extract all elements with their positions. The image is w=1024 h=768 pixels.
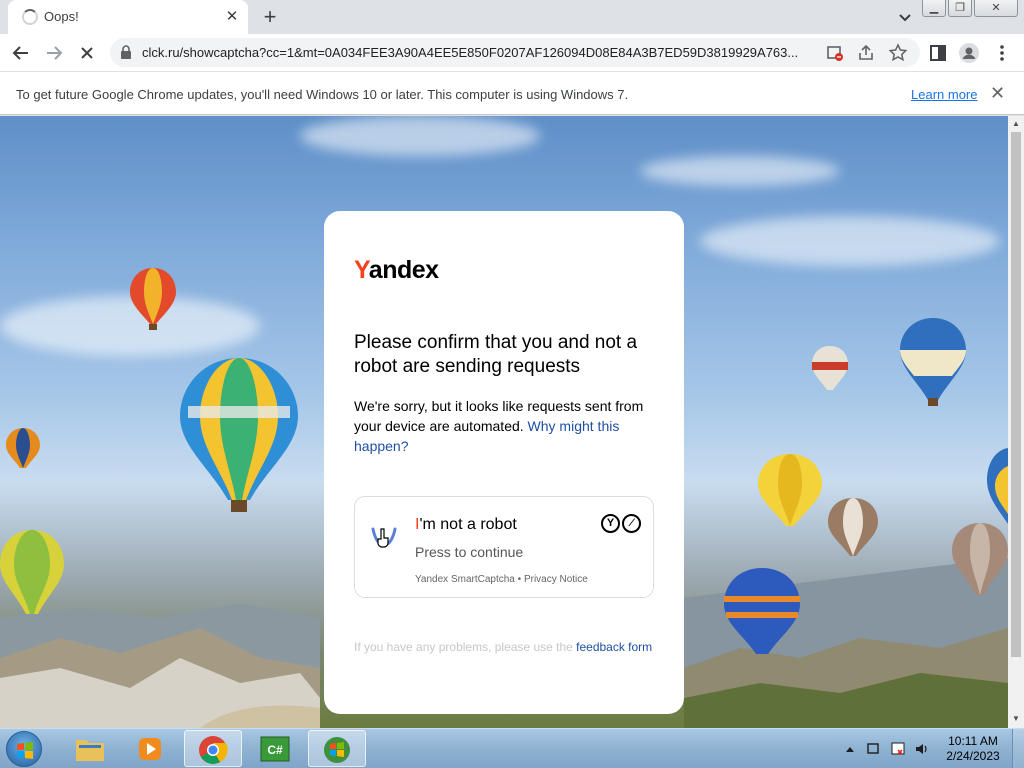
window-close-button[interactable]: ✕ bbox=[974, 0, 1018, 17]
tray-icons bbox=[846, 742, 927, 755]
side-panel-icon[interactable] bbox=[927, 42, 949, 64]
windows-app-icon bbox=[324, 737, 350, 763]
lock-icon[interactable] bbox=[120, 45, 132, 59]
update-infobar: To get future Google Chrome updates, you… bbox=[0, 71, 1024, 115]
taskbar-app-csharp-editor[interactable]: C# bbox=[246, 730, 304, 767]
not-a-robot-label: I'm not a robot bbox=[415, 516, 517, 533]
volume-icon bbox=[916, 744, 923, 754]
restore-button[interactable]: ❐ bbox=[948, 0, 972, 17]
media-player-icon bbox=[139, 738, 161, 760]
loading-spinner-icon bbox=[22, 9, 38, 25]
chrome-icon bbox=[199, 736, 228, 764]
share-icon[interactable] bbox=[856, 43, 876, 63]
cloud bbox=[300, 116, 540, 156]
bookmark-star-icon[interactable] bbox=[888, 43, 908, 63]
back-icon[interactable] bbox=[8, 40, 34, 66]
browser-toolbar: clck.ru/showcaptcha?cc=1&mt=0A034FEE3A90… bbox=[0, 34, 1024, 71]
hot-air-balloon bbox=[724, 568, 800, 654]
cloud bbox=[700, 216, 1000, 266]
svg-text:C#: C# bbox=[267, 743, 283, 757]
scroll-down-icon[interactable]: ▼ bbox=[1012, 714, 1020, 723]
hot-air-balloon bbox=[900, 318, 966, 406]
smartcaptcha-checkbox[interactable]: I'm not a robot Press to continue Yandex… bbox=[354, 496, 654, 598]
folder-icon bbox=[76, 740, 104, 761]
start-button[interactable] bbox=[6, 731, 42, 767]
hot-air-balloon bbox=[758, 454, 822, 526]
url-text: clck.ru/showcaptcha?cc=1&mt=0A034FEE3A90… bbox=[142, 45, 799, 60]
hot-air-balloon bbox=[180, 358, 298, 512]
checkbox-spinner-icon[interactable] bbox=[369, 521, 399, 551]
tab-search-icon[interactable] bbox=[894, 7, 916, 29]
taskbar-app-media-player[interactable] bbox=[122, 730, 180, 767]
yandex-y-icon: Y bbox=[601, 514, 620, 533]
captcha-logos: Y ⁄ bbox=[601, 514, 643, 533]
profile-icon[interactable] bbox=[958, 42, 980, 64]
page-viewport: Yandex Please confirm that you and not a… bbox=[0, 116, 1008, 728]
system-clock[interactable]: 10:11 AM 2/24/2023 bbox=[938, 734, 1008, 764]
tab-title: Oops! bbox=[44, 9, 79, 24]
feedback-note: If you have any problems, please use the… bbox=[354, 638, 654, 656]
scroll-up-icon[interactable]: ▲ bbox=[1012, 119, 1020, 128]
infobar-close-icon[interactable]: ✕ bbox=[990, 83, 1005, 104]
learn-more-link[interactable]: Learn more bbox=[911, 87, 977, 102]
captcha-description: We're sorry, but it looks like requests … bbox=[354, 396, 659, 456]
infobar-message: To get future Google Chrome updates, you… bbox=[16, 87, 629, 102]
forward-icon[interactable] bbox=[41, 40, 67, 66]
show-desktop-button[interactable] bbox=[1012, 729, 1024, 768]
cloud bbox=[640, 156, 840, 186]
captcha-heading: Please confirm that you and not a robot … bbox=[354, 332, 638, 377]
windows-logo-icon bbox=[17, 742, 33, 759]
blocked-popup-icon[interactable] bbox=[825, 43, 845, 63]
page-scrollbar[interactable]: ▲ ▼ bbox=[1008, 116, 1024, 728]
feedback-text: If you have any problems, please use the bbox=[354, 640, 577, 654]
taskbar-app-windows[interactable] bbox=[308, 730, 366, 767]
captcha-footer: Yandex SmartCaptcha • Privacy Notice bbox=[415, 574, 588, 585]
hot-air-balloon bbox=[828, 498, 878, 556]
taskbar-app-explorer[interactable] bbox=[60, 730, 118, 767]
captcha-card: Yandex Please confirm that you and not a… bbox=[324, 211, 684, 714]
tab-oops[interactable]: Oops! ✕ bbox=[8, 0, 248, 34]
hot-air-balloon bbox=[812, 346, 848, 390]
tab-strip: Oops! ✕ + ▁ ❐ ✕ bbox=[0, 0, 1024, 34]
hot-air-balloon bbox=[6, 428, 40, 468]
menu-icon[interactable] bbox=[991, 42, 1013, 64]
smartcaptcha-icon: ⁄ bbox=[622, 514, 641, 533]
stop-loading-icon[interactable] bbox=[74, 40, 100, 66]
tab-close-icon[interactable]: ✕ bbox=[222, 7, 242, 27]
yandex-logo: Yandex bbox=[354, 256, 439, 284]
clock-date: 2/24/2023 bbox=[946, 749, 1000, 763]
taskbar: C# 10:11 AM 2/24/2023 bbox=[0, 728, 1024, 768]
action-center-icon bbox=[867, 743, 879, 754]
scroll-thumb[interactable] bbox=[1011, 132, 1021, 657]
system-tray bbox=[844, 741, 934, 762]
hot-air-balloon bbox=[130, 268, 176, 330]
address-bar[interactable]: clck.ru/showcaptcha?cc=1&mt=0A034FEE3A90… bbox=[110, 38, 920, 67]
feedback-form-link[interactable]: feedback form bbox=[576, 640, 652, 654]
smartcaptcha-brand: Yandex SmartCaptcha bbox=[415, 574, 515, 585]
network-icon bbox=[891, 742, 905, 755]
minimize-button[interactable]: ▁ bbox=[922, 0, 946, 17]
privacy-notice-link[interactable]: Privacy Notice bbox=[524, 574, 588, 585]
window-controls: ▁ ❐ ✕ bbox=[920, 0, 1018, 18]
taskbar-app-chrome[interactable] bbox=[184, 730, 242, 767]
clock-time: 10:11 AM bbox=[948, 734, 998, 748]
hot-air-balloon bbox=[952, 523, 1008, 595]
hot-air-balloon bbox=[987, 448, 1008, 524]
csharp-editor-icon: C# bbox=[260, 736, 290, 762]
hot-air-balloon bbox=[0, 530, 64, 614]
press-to-continue-label: Press to continue bbox=[415, 544, 524, 560]
show-hidden-icons-icon bbox=[846, 747, 854, 752]
new-tab-button[interactable]: + bbox=[258, 5, 282, 29]
